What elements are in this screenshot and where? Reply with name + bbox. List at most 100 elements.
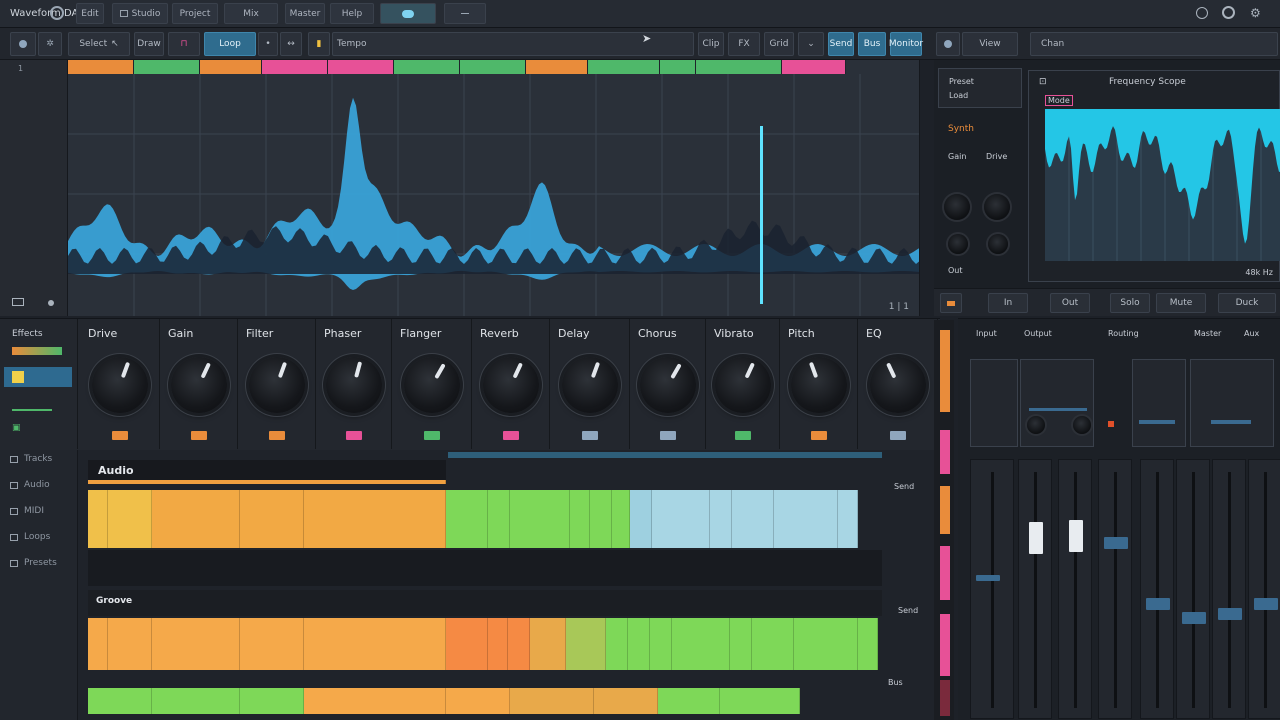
plugin-slot-5[interactable]: Flanger — [392, 319, 472, 449]
clip-cell[interactable] — [652, 490, 710, 548]
clip-cell[interactable] — [240, 618, 304, 670]
tab-help[interactable]: Help — [330, 3, 374, 24]
clip-cell[interactable] — [794, 618, 858, 670]
browser-item-tracks[interactable]: Tracks — [10, 454, 52, 464]
clip-cell[interactable] — [566, 618, 606, 670]
browser-item-presets[interactable]: Presets — [10, 558, 57, 568]
plugin-slot-4[interactable]: Phaser — [316, 319, 392, 449]
plugin-knob[interactable] — [714, 357, 771, 413]
plugin-slot-2[interactable]: Gain — [160, 319, 238, 449]
view-button[interactable] — [936, 32, 960, 56]
marker-7[interactable] — [460, 60, 526, 74]
mute-button[interactable]: Mute — [1156, 293, 1206, 313]
in-button[interactable]: In — [988, 293, 1028, 313]
fader-handle[interactable] — [1182, 612, 1206, 625]
fader-handle[interactable] — [1029, 522, 1043, 555]
plugin-knob[interactable] — [790, 357, 847, 413]
fader-handle[interactable] — [1069, 519, 1083, 552]
prev-button[interactable]: • — [258, 32, 278, 56]
mixer-slot-3[interactable] — [1132, 359, 1186, 447]
tab-extra[interactable] — [444, 3, 486, 24]
plugin-color-swatch[interactable] — [890, 431, 906, 440]
browser-item-midi[interactable]: MIDI — [10, 506, 44, 516]
tab-studio[interactable]: Studio — [112, 3, 168, 24]
plugin-color-swatch[interactable] — [811, 431, 827, 440]
monitor-button[interactable]: Monitor — [889, 32, 923, 56]
marker-6[interactable] — [394, 60, 460, 74]
plugin-color-swatch[interactable] — [735, 431, 751, 440]
clip-cell[interactable] — [612, 490, 630, 548]
plugin-slot-3[interactable]: Filter — [238, 319, 316, 449]
tab-mix[interactable]: Mix — [224, 3, 278, 24]
circle-icon[interactable] — [50, 6, 64, 20]
clip-cell[interactable] — [108, 618, 152, 670]
marker-11[interactable] — [696, 60, 782, 74]
plugin-knob[interactable] — [869, 357, 926, 413]
plugin-slot-8[interactable]: Chorus — [630, 319, 706, 449]
plugin-knob[interactable] — [403, 357, 460, 413]
plugin-knob[interactable] — [248, 357, 305, 413]
plugin-color-swatch[interactable] — [269, 431, 285, 440]
clip-cell[interactable] — [594, 688, 658, 714]
clip-cell[interactable] — [606, 618, 628, 670]
out-button[interactable]: Out — [1050, 293, 1090, 313]
plugin-color-swatch[interactable] — [112, 431, 128, 440]
plugin-slot-11[interactable]: EQ — [858, 319, 938, 449]
plugin-slot-6[interactable]: Reverb — [472, 319, 550, 449]
search-icon[interactable] — [1196, 7, 1208, 19]
clip-cell[interactable] — [152, 688, 240, 714]
plugin-knob[interactable] — [325, 357, 382, 413]
clip-cell[interactable] — [108, 490, 152, 548]
waveform-display[interactable] — [68, 74, 920, 316]
playhead[interactable] — [760, 126, 763, 304]
plugin-knob[interactable] — [561, 357, 618, 413]
metronome-button[interactable]: ▮ — [308, 32, 330, 56]
fader-handle[interactable] — [1146, 598, 1170, 611]
plugin-slot-7[interactable]: Delay — [550, 319, 630, 449]
plugin-slot-1[interactable]: Drive — [80, 319, 160, 449]
clip-cell[interactable] — [88, 480, 446, 484]
draw-button[interactable]: Draw — [134, 32, 164, 56]
settings-icon[interactable]: ⚙ — [1250, 6, 1261, 20]
clip-cell[interactable] — [510, 688, 594, 714]
marker-9[interactable] — [588, 60, 660, 74]
clip-cell[interactable] — [488, 618, 508, 670]
clip-cell[interactable] — [446, 490, 488, 548]
next-button[interactable]: ↔ — [280, 32, 302, 56]
tab-master[interactable]: Master — [285, 3, 325, 24]
arrangement-view[interactable]: 1 | 1 — [68, 60, 920, 316]
send-button[interactable]: Send — [828, 32, 854, 56]
clip-cell[interactable] — [510, 490, 570, 548]
bus-button[interactable]: Bus — [858, 32, 886, 56]
plugin-color-swatch[interactable] — [660, 431, 676, 440]
clip-cell[interactable] — [650, 618, 672, 670]
clip-cell[interactable] — [446, 688, 510, 714]
gain-knob[interactable] — [944, 194, 970, 220]
clip-cell[interactable] — [88, 688, 152, 714]
marker-10[interactable] — [660, 60, 696, 74]
fader-handle[interactable] — [1218, 607, 1242, 620]
plugin-color-swatch[interactable] — [424, 431, 440, 440]
clip-cell[interactable] — [152, 618, 240, 670]
clip-cell[interactable] — [304, 688, 446, 714]
clip-cell[interactable] — [570, 490, 590, 548]
solo-button[interactable]: Solo — [1110, 293, 1150, 313]
mode-tag[interactable]: Mode — [1045, 95, 1073, 106]
user-icon[interactable] — [1222, 6, 1235, 19]
clip-cell[interactable] — [240, 688, 304, 714]
fader-handle[interactable] — [1254, 598, 1278, 611]
tone-knob[interactable] — [948, 234, 968, 254]
marker-12[interactable] — [782, 60, 846, 74]
send-knob-1[interactable] — [1027, 416, 1045, 434]
loop-button[interactable]: Loop — [204, 32, 256, 56]
track-record-icon[interactable] — [12, 298, 24, 306]
plugin-color-swatch[interactable] — [582, 431, 598, 440]
marker-4[interactable] — [262, 60, 328, 74]
out-knob[interactable] — [988, 234, 1008, 254]
send-knob-2[interactable] — [1073, 416, 1091, 434]
clip-cell[interactable] — [304, 618, 446, 670]
plugin-knob[interactable] — [170, 357, 227, 413]
clip-cell[interactable] — [838, 490, 858, 548]
snap-button[interactable]: ⊓ — [168, 32, 200, 56]
fx-button[interactable]: FX — [728, 32, 760, 56]
